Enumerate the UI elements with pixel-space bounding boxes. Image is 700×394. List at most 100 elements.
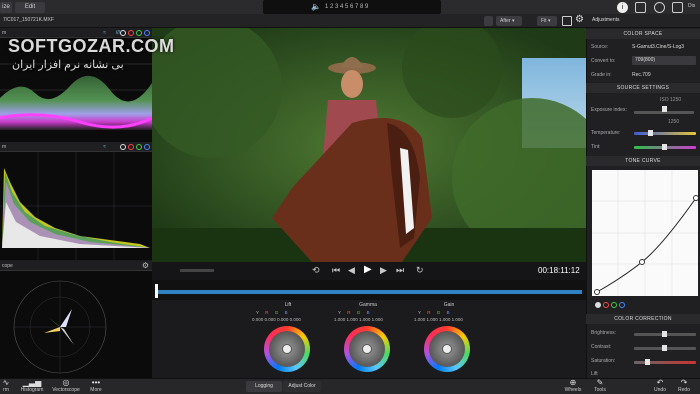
histogram-mode-icon[interactable]: ≈ [103, 142, 106, 152]
after-dropdown[interactable]: After ▾ [496, 16, 522, 26]
edit-tab[interactable]: Edit [15, 2, 45, 13]
share-icon[interactable] [635, 2, 646, 13]
monitor-icon[interactable] [672, 2, 683, 13]
white-channel-dot[interactable] [120, 29, 126, 36]
brightness-thumb[interactable] [662, 331, 667, 337]
vectorscope [0, 271, 152, 378]
fit-dropdown[interactable]: Fit ▾ [537, 16, 557, 26]
curve-channel-selector [593, 296, 625, 314]
compare-icon[interactable] [484, 16, 493, 26]
convert-label: Convert to: [591, 58, 616, 64]
gamma-values: 1.000 1.000 1.000 1.000 [334, 317, 383, 322]
white-channel-dot[interactable] [120, 143, 126, 150]
exposure-sub: 1250 [668, 119, 680, 125]
source-value: S-Gamut3.Cine/S-Log3 [632, 44, 684, 50]
file-name: 7/C017_150721K.MXF [3, 17, 54, 23]
histogram-header: m ≈ [0, 142, 152, 152]
redo-icon: ↷ [680, 378, 688, 387]
mode-tab-left[interactable]: ize [0, 2, 12, 13]
step-back-icon[interactable]: ◀ [348, 265, 355, 276]
brightness-label: Brightness: [591, 330, 617, 336]
top-bar: ize Edit 🔈 1 2 3 4 5 6 7 8 9 i Dis [0, 0, 700, 14]
curve-red-dot[interactable] [603, 301, 609, 308]
repeat-icon[interactable]: ↻ [416, 265, 424, 276]
tint-thumb[interactable] [662, 144, 667, 150]
tone-curve-graph[interactable] [592, 170, 699, 296]
histogram-graph [0, 152, 152, 260]
contrast-thumb[interactable] [662, 345, 667, 351]
export-frame-icon[interactable] [562, 16, 572, 26]
tools-button[interactable]: ✎ Tools [580, 378, 620, 394]
adjustments-title: Adjustments [592, 17, 620, 23]
zoom-slider[interactable] [180, 269, 214, 272]
go-start-icon[interactable]: ⏮ [332, 265, 340, 276]
gain-wheel-knob[interactable] [442, 344, 452, 354]
gear-icon[interactable]: ⚙ [575, 14, 584, 25]
tone-curve-svg [592, 170, 699, 296]
histogram-title: m [2, 144, 7, 150]
speaker-icon: 🔈 [311, 2, 321, 11]
display-label: Dis [688, 3, 696, 9]
play-icon[interactable]: ▶ [364, 264, 372, 275]
contrast-label: Contrast: [591, 344, 612, 350]
info-icon[interactable]: i [617, 2, 628, 13]
playback-timecode: 00:18:11:12 [538, 266, 580, 275]
green-channel-dot[interactable] [136, 29, 142, 36]
gamma-wheel-knob[interactable] [362, 344, 372, 354]
blue-channel-dot[interactable] [144, 143, 150, 150]
color-space-title: COLOR SPACE [586, 29, 700, 39]
convert-field[interactable]: 709(800) [632, 56, 696, 65]
step-forward-icon[interactable]: ▶ [380, 265, 387, 276]
histogram-scope [0, 152, 152, 260]
waveform-title: m [2, 30, 7, 36]
settings-icon[interactable] [654, 2, 665, 13]
loop-icon[interactable]: ⟲ [312, 265, 320, 276]
more-button[interactable]: ••• More [76, 378, 116, 394]
gain-channels: Y R G B [418, 310, 450, 315]
temperature-label: Temperature: [591, 130, 621, 136]
logging-tab[interactable]: Logging [246, 381, 282, 392]
playhead[interactable] [155, 284, 158, 298]
lift-values: 0.000 0.000 0.000 0.000 [252, 317, 301, 322]
adjust-color-tab[interactable]: Adjust Color [283, 381, 321, 392]
gamma-channels: Y R G B [338, 310, 370, 315]
green-channel-dot[interactable] [136, 143, 142, 150]
curve-blue-dot[interactable] [619, 301, 625, 308]
red-channel-dot[interactable] [128, 29, 134, 36]
temperature-slider[interactable] [634, 132, 696, 135]
saturation-slider[interactable] [634, 361, 696, 364]
curve-green-dot[interactable] [611, 301, 617, 308]
video-viewer[interactable] [152, 28, 586, 262]
lift-wheel[interactable] [264, 326, 310, 372]
after-label: After [500, 18, 511, 24]
timecode-bar[interactable]: 🔈 1 2 3 4 5 6 7 8 9 [263, 0, 441, 14]
gain-label: Gain [443, 302, 455, 308]
exposure-thumb[interactable] [662, 106, 667, 112]
watermark-tagline: بی نشانه نرم افزار ایران [12, 59, 124, 71]
lift-wheel-knob[interactable] [282, 344, 292, 354]
gamma-wheel[interactable] [344, 326, 390, 372]
grade-label: Grade in: [591, 72, 612, 78]
tint-label: Tint: [591, 144, 601, 150]
vectorscope-settings-icon[interactable]: ⚙ [142, 261, 149, 271]
vectorscope-header: cope ⚙ [0, 261, 152, 271]
watermark-brand: SOFTGOZAR.COM [8, 36, 175, 56]
temperature-thumb[interactable] [648, 130, 653, 136]
blue-channel-dot[interactable] [144, 29, 150, 36]
color-correction-title: COLOR CORRECTION [586, 314, 700, 324]
exposure-label: Exposure index: [591, 107, 627, 113]
source-label: Source: [591, 44, 609, 50]
lift-control-label: Lift [591, 371, 598, 377]
vectorscope-graph [13, 280, 107, 374]
transport-bar: ⟲ ⏮ ◀ ▶ ▶ ⏭ ↻ 00:18:11:12 [152, 262, 586, 280]
curve-white-dot[interactable] [595, 301, 601, 308]
gain-wheel[interactable] [424, 326, 470, 372]
tools-icon: ✎ [596, 378, 604, 387]
fit-label: Fit [541, 18, 547, 24]
redo-button[interactable]: ↷ Redo [664, 378, 700, 394]
saturation-thumb[interactable] [645, 359, 650, 365]
go-end-icon[interactable]: ⏭ [396, 265, 404, 276]
timeline[interactable] [152, 280, 586, 300]
gamma-label: Gamma [359, 302, 377, 308]
red-channel-dot[interactable] [128, 143, 134, 150]
